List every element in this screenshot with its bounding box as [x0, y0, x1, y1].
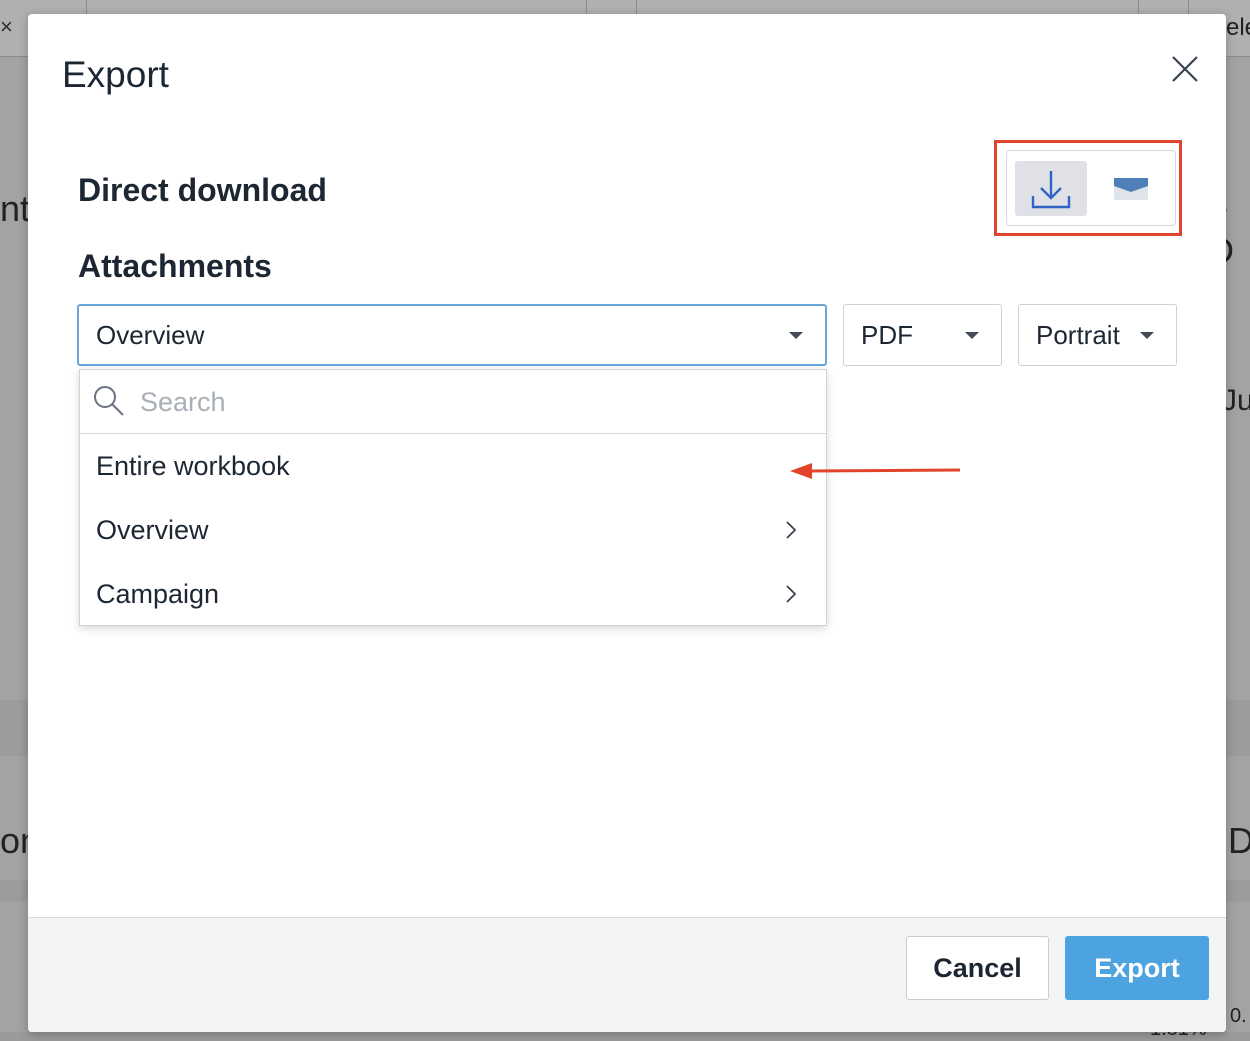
background-text: nt [0, 188, 31, 229]
caret-down-icon [965, 331, 979, 339]
email-toggle[interactable] [1095, 161, 1167, 216]
caret-down-icon [789, 331, 803, 339]
background-text: D [1228, 820, 1250, 861]
orientation-select[interactable]: Portrait [1018, 304, 1177, 366]
export-button[interactable]: Export [1065, 936, 1209, 1000]
chevron-right-icon [786, 521, 797, 539]
chevron-right-icon [786, 585, 797, 603]
dropdown-option-label: Overview [96, 514, 209, 545]
attachments-label: Attachments [78, 248, 272, 284]
format-select-value: PDF [861, 319, 913, 350]
delivery-toggle-group [1006, 150, 1176, 226]
close-button[interactable] [1166, 50, 1204, 88]
background-close-icon: × [0, 14, 13, 39]
page-dropdown-menu: Entire workbook Overview Campaign [79, 369, 827, 626]
download-icon [1031, 170, 1071, 208]
dropdown-option-entire-workbook[interactable]: Entire workbook [80, 434, 826, 498]
background-text: ele [1226, 14, 1250, 41]
dropdown-search-input[interactable] [138, 378, 802, 426]
export-dialog: Export Direct download Attachments Overv… [28, 14, 1226, 1032]
dropdown-option-overview[interactable]: Overview [80, 498, 826, 562]
dropdown-search-row [80, 370, 826, 434]
search-icon [94, 386, 124, 416]
format-select[interactable]: PDF [843, 304, 1002, 366]
orientation-select-value: Portrait [1036, 319, 1120, 350]
dropdown-option-label: Campaign [96, 578, 220, 609]
annotation-arrow-icon [790, 463, 961, 479]
dialog-title: Export [62, 54, 169, 95]
dialog-footer: Cancel Export [28, 917, 1226, 1032]
caret-down-icon [1140, 331, 1154, 339]
cancel-button[interactable]: Cancel [906, 936, 1049, 1000]
direct-download-toggle[interactable] [1015, 161, 1087, 216]
close-icon [1172, 56, 1198, 82]
dropdown-option-campaign[interactable]: Campaign [80, 562, 826, 626]
email-icon [1114, 177, 1148, 200]
background-text: 0. [1230, 1005, 1247, 1027]
dropdown-option-label: Entire workbook [96, 450, 290, 481]
background-text: Ju [1222, 384, 1250, 417]
page-select[interactable]: Overview [77, 304, 827, 366]
page-select-value: Overview [96, 319, 205, 350]
delivery-method-label: Direct download [78, 172, 327, 208]
